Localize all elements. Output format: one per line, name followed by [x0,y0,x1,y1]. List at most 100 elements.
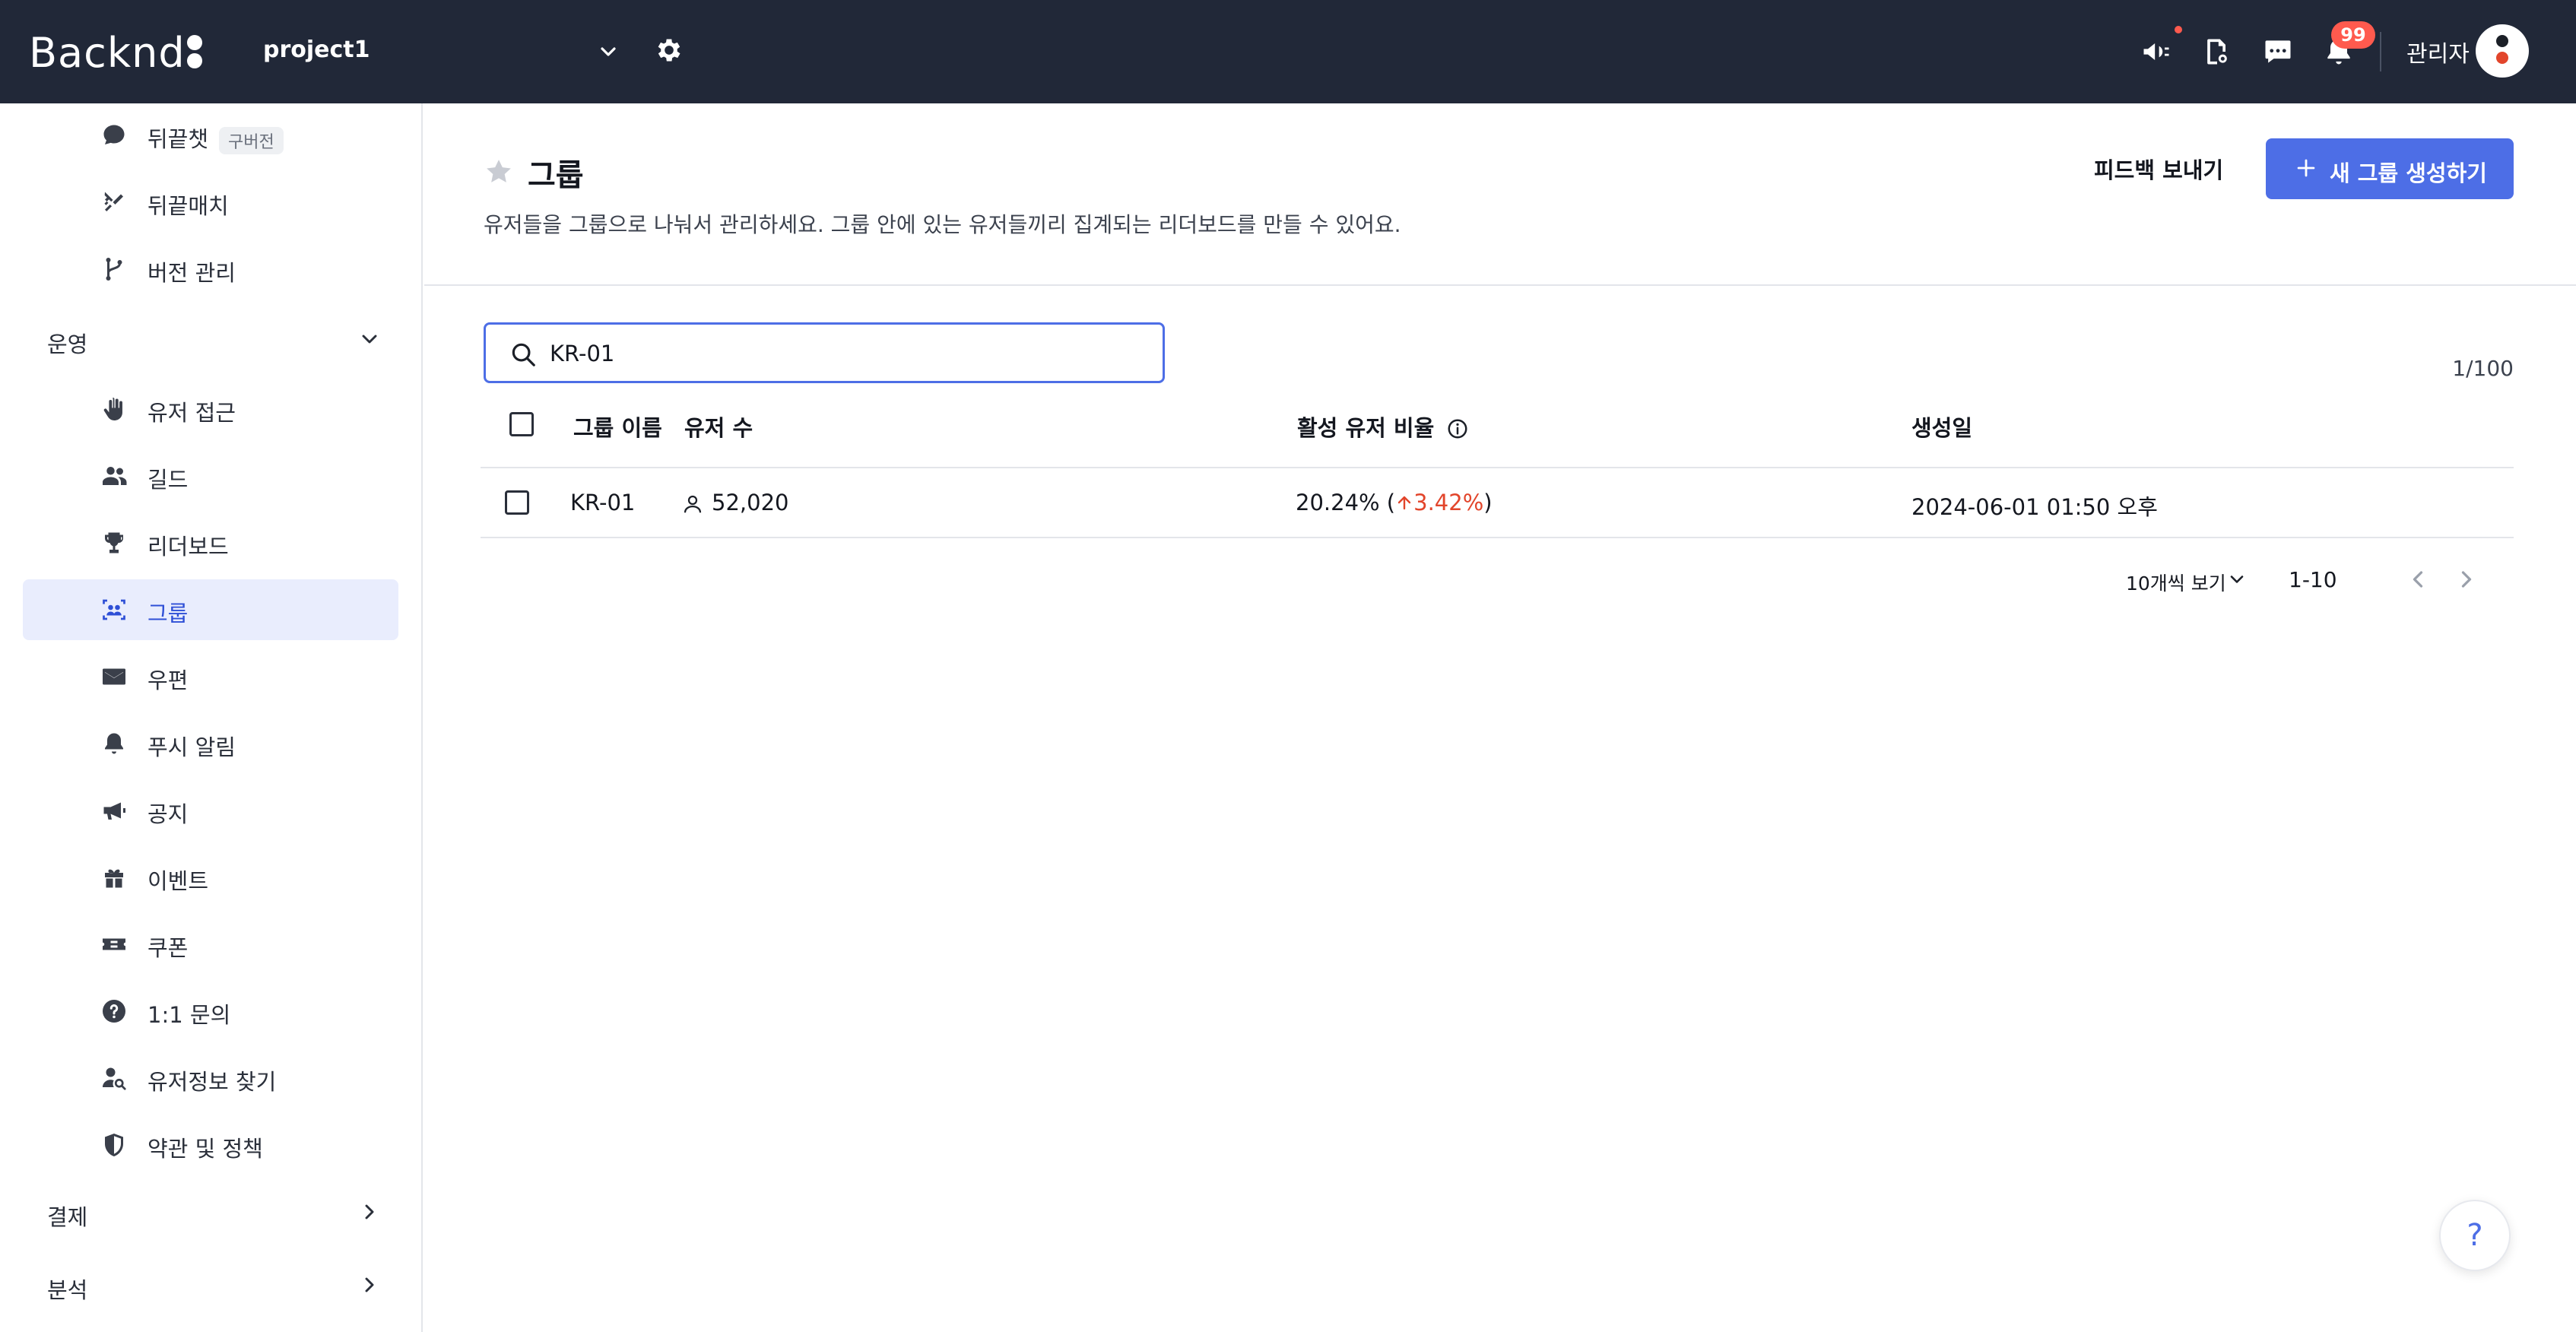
sidebar-section-payment[interactable]: 결제 [47,1189,382,1235]
logo-dots [186,29,204,68]
info-icon[interactable] [1446,417,1469,440]
section-label: 결제 [47,1204,88,1230]
chat-bubble-icon [103,125,125,144]
select-all-checkbox[interactable] [509,412,534,436]
developer-icon[interactable] [2200,35,2234,68]
page-range: 1-10 [2289,567,2337,592]
user-search-icon [103,1067,126,1090]
section-label: 운영 [47,331,88,357]
sidebar-item-group[interactable]: 그룹 [23,579,398,640]
megaphone-icon [103,802,125,820]
sidebar-item-label: 약관 및 정책 [148,1136,263,1162]
created-date-cell: 2024-06-01 01:50 오후 [1911,494,2158,520]
crossed-swords-icon [104,192,123,211]
sidebar-item-backend-chat[interactable]: 뒤끝챗 구버전 [23,105,398,166]
active-ratio-label: 활성 유저 비율 [1297,415,1435,441]
gear-icon[interactable] [654,35,684,65]
topbar-divider [2380,32,2381,71]
trophy-icon [105,532,123,553]
column-header-active-ratio[interactable]: 활성 유저 비율 [1297,411,1469,442]
sidebar-item-label: 유저정보 찾기 [148,1069,277,1095]
chevron-down-icon [362,335,377,344]
user-count-cell: 52,020 [712,490,789,515]
new-announcement-dot [2175,26,2182,33]
gift-icon [105,869,123,888]
avatar[interactable] [2476,24,2529,78]
sidebar-item-label: 공지 [148,801,189,827]
notification-count-badge: 99 [2331,21,2375,49]
sidebar-item-label: 유저 접근 [148,400,236,426]
chevron-down-icon[interactable] [2226,569,2248,590]
sidebar-item-mail[interactable]: 우편 [23,646,398,707]
sidebar-item-label: 쿠폰 [148,935,189,961]
star-icon[interactable] [484,157,514,187]
sidebar-item-label: 뒤끝매치 [148,193,229,219]
result-count: 1/100 [2452,356,2514,381]
chat-icon[interactable] [2261,35,2295,68]
feedback-button[interactable]: 피드백 보내기 [2080,138,2229,199]
backnd-logo[interactable]: Backnd [29,29,204,77]
branch-icon [106,258,122,281]
megaphone-icon[interactable] [2140,35,2173,68]
sidebar: 뒤끝챗 구버전 뒤끝매치 버전 관리 운영 유저 접근 길드 리더보드 그룹 우편… [0,103,423,1332]
ticket-icon [103,938,125,950]
page-size-select[interactable]: 10개씩 보기 [2126,569,2226,596]
group-icon [103,599,125,620]
search-box[interactable] [484,322,1165,383]
bell-icon [105,733,123,754]
shield-icon [105,1134,123,1156]
create-group-button[interactable]: 새 그룹 생성하기 [2266,138,2514,199]
admin-name[interactable]: 관리자 [2406,35,2470,68]
chevron-right-icon [365,1204,374,1219]
group-name-cell[interactable]: KR-01 [570,490,635,515]
section-label: 분석 [47,1277,88,1303]
sidebar-item-label: 푸시 알림 [148,734,236,760]
column-header-group-name[interactable]: 그룹 이름 [573,411,662,442]
active-ratio-cell: 20.24% (3.42%) [1296,490,1493,515]
sidebar-item-coupon[interactable]: 쿠폰 [23,914,398,975]
sidebar-item-label: 1:1 문의 [148,1002,231,1028]
sidebar-section-analytics[interactable]: 분석 [47,1262,382,1308]
sidebar-item-inquiry[interactable]: 1:1 문의 [23,981,398,1042]
column-header-user-count[interactable]: 유저 수 [684,411,753,442]
sidebar-item-leaderboard[interactable]: 리더보드 [23,512,398,573]
sidebar-item-label: 길드 [148,467,189,493]
chevron-right-icon [365,1277,374,1292]
sidebar-item-guild[interactable]: 길드 [23,446,398,506]
sidebar-item-user-access[interactable]: 유저 접근 [23,379,398,439]
sidebar-item-push-notification[interactable]: 푸시 알림 [23,713,398,774]
sidebar-item-label: 이벤트 [148,868,209,894]
ratio-change: 3.42% [1395,490,1483,515]
column-header-created-date[interactable]: 생성일 [1911,411,1972,442]
hand-icon [103,398,122,420]
sidebar-item-backend-match[interactable]: 뒤끝매치 [23,172,398,233]
question-icon [103,1000,125,1023]
next-page-button[interactable] [2453,566,2480,593]
chevron-down-icon[interactable] [596,40,620,64]
row-checkbox[interactable] [505,490,529,515]
arrow-up-icon [1397,496,1411,510]
sidebar-item-label: 리더보드 [148,534,229,560]
header-divider [424,284,2576,286]
page-description: 유저들을 그룹으로 나눠서 관리하세요. 그룹 안에 있는 유저들끼리 집계되는… [484,212,1401,237]
legacy-version-tag: 구버전 [219,127,284,154]
sidebar-item-event[interactable]: 이벤트 [23,847,398,908]
help-button[interactable]: ? [2439,1200,2511,1271]
sidebar-item-version-management[interactable]: 버전 관리 [23,239,398,300]
previous-page-button[interactable] [2404,566,2432,593]
search-icon [512,343,535,366]
sidebar-item-notice[interactable]: 공지 [23,780,398,841]
project-selector[interactable]: project1 [263,36,370,63]
sidebar-item-label: 뒤끝챗 [148,126,209,152]
mail-icon [103,668,125,685]
people-icon [103,467,127,485]
sidebar-item-user-lookup[interactable]: 유저정보 찾기 [23,1048,398,1108]
search-input[interactable] [550,335,1143,372]
sidebar-item-label: 그룹 [148,601,189,626]
plus-icon [2297,159,2315,177]
sidebar-section-operations[interactable]: 운영 [47,316,382,362]
page-title: 그룹 [528,158,584,193]
create-group-label: 새 그룹 생성하기 [2330,160,2487,186]
sidebar-item-terms-policy[interactable]: 약관 및 정책 [23,1115,398,1175]
sidebar-item-label: 버전 관리 [148,260,236,286]
